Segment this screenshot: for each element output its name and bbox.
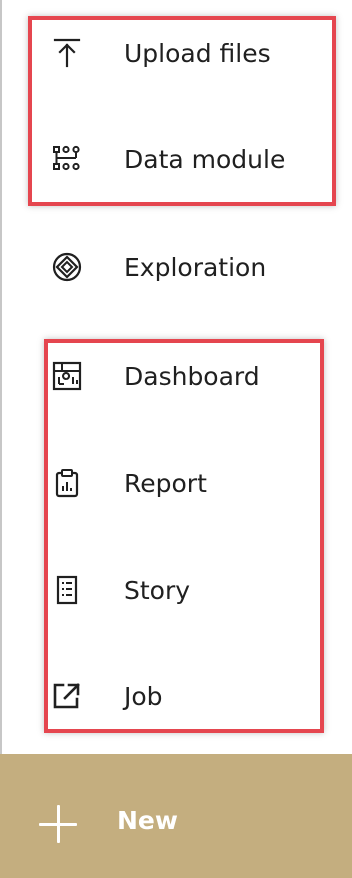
- menu-item-label-data-module: Data module: [124, 144, 286, 174]
- menu-item-label-dashboard: Dashboard: [124, 361, 260, 391]
- menu-item-label-story: Story: [124, 575, 191, 605]
- upload-icon: [46, 35, 88, 71]
- menu-item-report[interactable]: Report: [46, 461, 336, 505]
- menu-item-dashboard[interactable]: Dashboard: [46, 354, 336, 398]
- plus-icon: [39, 805, 77, 843]
- menu-item-label-upload-files: Upload files: [124, 38, 271, 68]
- new-button-label: New: [117, 806, 178, 835]
- menu-item-job[interactable]: Job: [46, 674, 336, 718]
- job-icon: [46, 678, 88, 714]
- report-icon: [46, 465, 88, 501]
- story-icon: [46, 572, 88, 608]
- menu-item-exploration[interactable]: Exploration: [46, 245, 336, 289]
- data-module-icon: [46, 141, 88, 177]
- menu-item-label-exploration: Exploration: [124, 252, 267, 282]
- exploration-icon: [46, 249, 88, 285]
- menu-item-upload-files[interactable]: Upload files: [46, 31, 336, 75]
- menu-item-data-module[interactable]: Data module: [46, 137, 336, 181]
- menu-item-label-job: Job: [124, 681, 163, 711]
- menu-item-story[interactable]: Story: [46, 568, 336, 612]
- new-button[interactable]: New: [0, 754, 352, 878]
- dashboard-icon: [46, 358, 88, 394]
- menu-item-label-report: Report: [124, 468, 207, 498]
- create-menu-list: Upload files Data module Exploration Das…: [0, 0, 352, 754]
- create-menu-panel: Upload files Data module Exploration Das…: [0, 0, 352, 878]
